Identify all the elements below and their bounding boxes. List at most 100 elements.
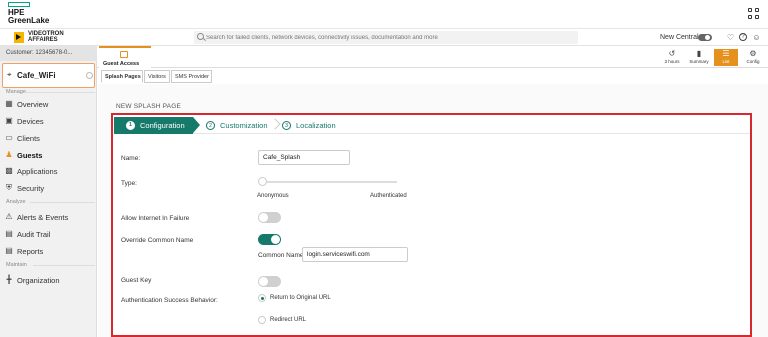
divider [30, 202, 95, 203]
step-customization[interactable]: 2 Customization [206, 117, 276, 134]
sidebar-item-label: Applications [17, 167, 58, 176]
sidebar-item-label: Devices [17, 117, 44, 126]
tab-splash-pages[interactable]: Splash Pages [101, 70, 143, 83]
brand-chevron-icon [14, 32, 24, 43]
sidebar-item-label: Organization [17, 276, 60, 285]
help-icon[interactable]: ? [739, 33, 747, 41]
applications-icon: ▩ [5, 166, 13, 175]
tab-guest-access[interactable]: Guest Access [99, 46, 151, 68]
sidebar-item-clients[interactable]: ▭ Clients [0, 131, 97, 146]
organization-icon: ╋ [6, 275, 12, 284]
page-title: NEW SPLASH PAGE [116, 103, 182, 110]
override-common-name-toggle[interactable] [258, 234, 281, 245]
summary-icon: ▮ [696, 49, 702, 58]
sidebar-item-guests[interactable]: ♟ Guests [0, 148, 97, 163]
sidebar-item-applications[interactable]: ▩ Applications [0, 164, 97, 179]
name-label: Name: [121, 155, 141, 162]
overview-icon: ▦ [5, 99, 13, 108]
sidebar-item-reports[interactable]: ▤ Reports [0, 244, 97, 259]
sidebar-item-overview[interactable]: ▦ Overview [0, 97, 97, 112]
history-icon: ↺ [668, 49, 676, 58]
override-common-name-label: Override Common Name [121, 237, 194, 244]
guests-icon: ♟ [5, 150, 13, 159]
redirect-url-radio[interactable] [258, 316, 266, 324]
step-configuration[interactable]: 1 Configuration [114, 117, 200, 134]
type-anonymous-label: Anonymous [257, 193, 289, 199]
sidebar: Customer: 12345678-0... ⌖ Cafe_WiFi Mana… [0, 46, 97, 337]
step-localization[interactable]: 3 Localization [282, 117, 342, 134]
devices-icon: ▣ [5, 116, 13, 125]
new-central-label: New Central [660, 34, 699, 41]
top-bar: HPE GreenLake [0, 0, 768, 29]
sidebar-item-organization[interactable]: ╋ Organization [0, 273, 97, 288]
site-status-icon [86, 72, 93, 79]
site-name: Cafe_WiFi [17, 71, 56, 80]
allow-internet-label: Allow Internet In Failure [121, 215, 190, 222]
type-authenticated-label: Authenticated [370, 193, 407, 199]
tab-bar: Guest Access ↺ 3 hours ▮ Summary ☰ List … [97, 46, 768, 68]
sidebar-item-label: Alerts & Events [17, 213, 69, 222]
guest-access-icon [120, 51, 128, 58]
security-icon: ⛨ [6, 183, 12, 192]
config-button[interactable]: ⚙ Config [741, 49, 765, 66]
step-label: Customization [220, 121, 268, 130]
summary-button[interactable]: ▮ Summary [687, 49, 711, 66]
brand-line2: AFFAIRES [28, 37, 58, 43]
sidebar-item-alerts-events[interactable]: ⚠ Alerts & Events [0, 210, 97, 225]
customer-selector[interactable]: Customer: 12345678-0... [0, 46, 97, 61]
app-header: VIDEOTRON AFFAIRES New Central ♡ ? ☺ [0, 29, 768, 46]
sidebar-item-devices[interactable]: ▣ Devices [0, 114, 97, 129]
time-range-button[interactable]: ↺ 3 hours [660, 49, 684, 66]
time-range-label: 3 hours [664, 59, 680, 64]
summary-label: Summary [689, 59, 709, 64]
return-original-url-radio[interactable] [258, 294, 266, 302]
list-label: List [722, 59, 730, 64]
app-grid-icon[interactable] [748, 8, 760, 20]
search-icon [197, 33, 204, 40]
guest-key-label: Guest Key [121, 277, 152, 284]
redirect-url-label: Redirect URL [270, 317, 307, 323]
site-icon: ⌖ [7, 70, 12, 79]
hpe-greenlake-logo[interactable]: HPE GreenLake [8, 2, 68, 25]
tab-sms-provider[interactable]: SMS Provider [171, 70, 212, 83]
guest-key-toggle[interactable] [258, 276, 281, 287]
tab-visitors[interactable]: Visitors [144, 70, 170, 83]
name-field[interactable] [258, 150, 350, 165]
sidebar-item-label: Reports [17, 247, 44, 256]
sidebar-item-security[interactable]: ⛨ Security [0, 181, 97, 196]
list-button[interactable]: ☰ List [714, 49, 738, 66]
step-label: Configuration [140, 121, 185, 130]
step-number: 1 [126, 121, 135, 130]
sidebar-item-label: Guests [17, 151, 43, 160]
search-input[interactable] [206, 31, 566, 44]
allow-internet-toggle[interactable] [258, 212, 281, 223]
tab-label: Guest Access [103, 61, 140, 67]
config-label: Config [746, 59, 760, 64]
type-slider-handle[interactable] [258, 177, 267, 186]
clients-icon: ▭ [5, 133, 13, 142]
wizard-steps: 1 Configuration 2 Customization 3 Locali… [114, 117, 750, 134]
section-maintain: Maintain [6, 262, 27, 268]
common-name-label: Common Name [258, 252, 304, 259]
alerts-icon: ⚠ [5, 212, 13, 221]
sidebar-item-label: Clients [17, 134, 40, 143]
logo-bar [8, 2, 30, 7]
site-selector[interactable]: ⌖ Cafe_WiFi [2, 63, 95, 88]
divider [25, 92, 95, 93]
common-name-field[interactable] [302, 247, 408, 262]
bell-icon[interactable]: ♡ [726, 33, 735, 42]
type-slider-track[interactable] [261, 181, 397, 183]
audit-trail-icon: ▤ [5, 229, 13, 238]
sidebar-item-label: Audit Trail [17, 230, 51, 239]
new-central-toggle[interactable] [698, 34, 712, 41]
search-bar[interactable] [194, 31, 578, 44]
config-icon: ⚙ [749, 49, 757, 58]
section-manage: Manage [6, 89, 26, 95]
reports-icon: ▤ [5, 246, 13, 255]
list-icon: ☰ [722, 49, 730, 58]
section-analyze: Analyze [6, 199, 26, 205]
sidebar-item-label: Security [17, 184, 45, 193]
sidebar-item-audit-trail[interactable]: ▤ Audit Trail [0, 227, 97, 242]
user-icon[interactable]: ☺ [752, 33, 761, 42]
return-original-url-label: Return to Original URL [270, 295, 331, 301]
